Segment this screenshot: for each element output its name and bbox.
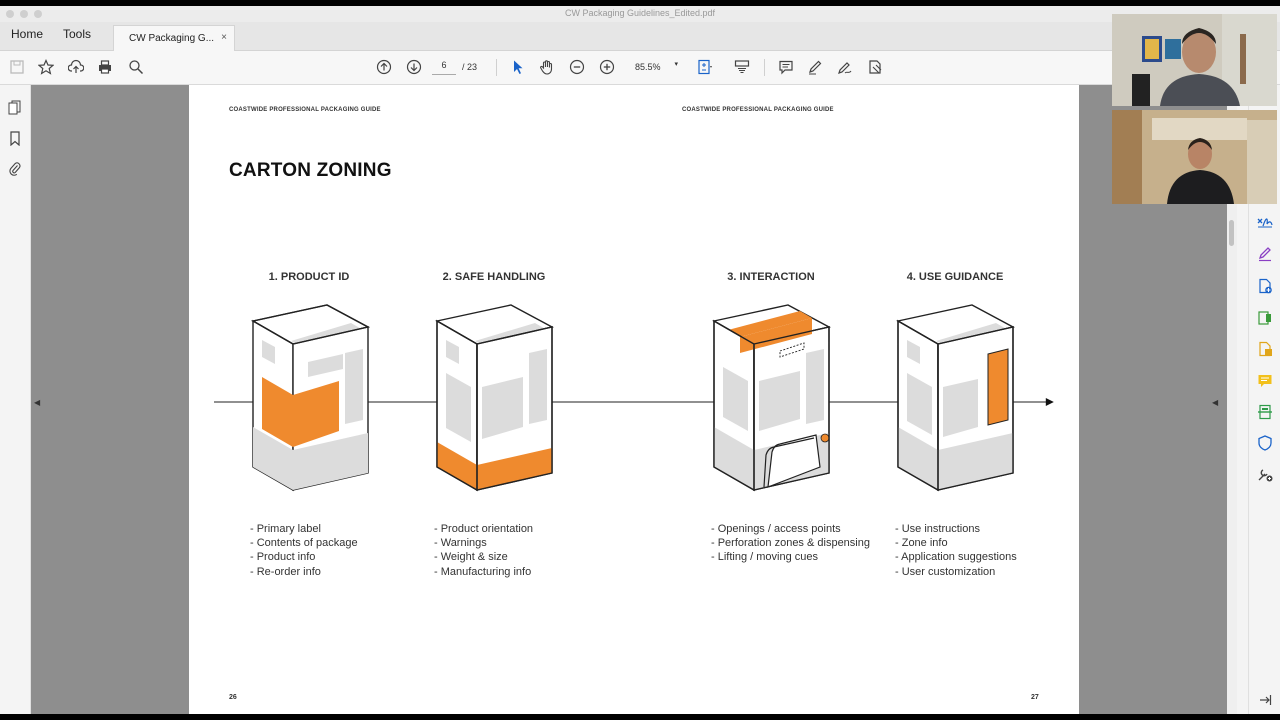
page-number-input[interactable]: 6	[432, 60, 456, 75]
page-number-left: 26	[229, 694, 237, 701]
toolbar-divider	[496, 59, 497, 76]
print-icon[interactable]	[96, 58, 114, 76]
zone-title: 4. USE GUIDANCE	[906, 271, 1004, 283]
list-item: - Product info	[250, 551, 316, 564]
scan-icon[interactable]	[1257, 404, 1273, 420]
list-item: - Product orientation	[434, 523, 534, 535]
list-item: - Lifting / moving cues	[711, 551, 818, 564]
comment-icon[interactable]	[777, 58, 795, 76]
scroll-mode-icon[interactable]	[733, 58, 751, 76]
list-item: - Primary label	[250, 523, 321, 535]
list-item: - Warnings	[434, 537, 487, 550]
video-tile-participant-2	[1112, 110, 1277, 204]
fit-page-icon[interactable]	[696, 58, 714, 76]
scrollbar-thumb[interactable]	[1229, 220, 1234, 246]
toolbar-divider	[764, 59, 765, 76]
tab-tools[interactable]: Tools	[63, 27, 91, 41]
zoom-out-icon[interactable]	[568, 58, 586, 76]
chevron-down-icon: ▾	[674, 61, 678, 68]
page-total: / 23	[462, 62, 478, 72]
collapse-right-panel-icon[interactable]: ◀	[1212, 398, 1218, 407]
sign-icon[interactable]	[836, 58, 854, 76]
acrobat-window: CW Packaging Guidelines_Edited.pdf Home …	[0, 6, 1280, 714]
list-item: - Zone info	[895, 537, 948, 550]
select-cursor-icon[interactable]	[509, 58, 527, 76]
document-view[interactable]: ◀ ◀ COASTWIDE PROFESSIONAL PACKAGING GUI…	[31, 85, 1227, 714]
carton-zoning-diagram	[214, 304, 1054, 492]
highlight-icon[interactable]	[806, 58, 824, 76]
save-icon[interactable]	[8, 58, 26, 76]
stamp-icon[interactable]	[866, 58, 884, 76]
participant-video-image	[1112, 110, 1277, 204]
participant-video-image	[1112, 14, 1277, 106]
upload-icon[interactable]	[67, 58, 85, 76]
list-item: - Use instructions	[895, 523, 980, 535]
zone-title: 2. SAFE HANDLING	[442, 271, 546, 283]
zone-title: 1. PRODUCT ID	[268, 271, 350, 283]
page-number-right: 27	[1031, 694, 1039, 701]
prev-page-icon[interactable]	[375, 58, 393, 76]
create-pdf-icon[interactable]	[1257, 278, 1273, 294]
zoom-level-value: 85.5%	[635, 62, 661, 72]
tab-home[interactable]: Home	[11, 27, 43, 41]
star-icon[interactable]	[37, 58, 55, 76]
carton-interaction	[712, 304, 831, 492]
list-item: - Manufacturing info	[434, 565, 532, 578]
hand-icon[interactable]	[538, 58, 556, 76]
search-icon[interactable]	[127, 58, 145, 76]
list-item: - User customization	[895, 565, 996, 578]
zone-list: - Use instructions - Zone info - Applica…	[895, 522, 1017, 579]
protect-icon[interactable]	[1257, 435, 1273, 451]
collapse-left-panel-icon[interactable]: ◀	[34, 398, 40, 407]
list-item: - Openings / access points	[711, 523, 841, 535]
tab-document[interactable]: CW Packaging G... ×	[113, 25, 235, 52]
more-tools-icon[interactable]	[1257, 466, 1273, 482]
left-nav-panel	[0, 85, 31, 714]
title-bar: CW Packaging Guidelines_Edited.pdf	[0, 6, 1280, 22]
zone-list: - Product orientation - Warnings - Weigh…	[434, 522, 533, 579]
fill-sign-icon[interactable]	[1257, 213, 1273, 229]
export-pdf-icon[interactable]	[1257, 310, 1273, 326]
pages-icon[interactable]	[7, 99, 23, 115]
carton-safe-handling	[435, 304, 554, 492]
list-item: - Weight & size	[434, 551, 508, 564]
carton-product-id	[251, 304, 370, 492]
organize-icon[interactable]	[1257, 341, 1273, 357]
carton-use-guidance	[896, 304, 1015, 492]
toolbar: 6 / 23 85.5% ▾	[0, 51, 1280, 85]
zone-list: - Primary label - Contents of package - …	[250, 522, 358, 579]
pdf-page-spread: COASTWIDE PROFESSIONAL PACKAGING GUIDE C…	[189, 85, 1079, 714]
list-item: - Contents of package	[250, 537, 358, 550]
bookmark-icon[interactable]	[7, 130, 23, 146]
attachment-icon[interactable]	[7, 160, 23, 176]
tab-bar: Home Tools CW Packaging G... ×	[0, 22, 1280, 52]
edit-pdf-icon[interactable]	[1257, 246, 1273, 262]
video-tile-participant-1	[1112, 14, 1277, 106]
zoom-in-icon[interactable]	[598, 58, 616, 76]
list-item: - Application suggestions	[895, 551, 1017, 564]
zoom-level-select[interactable]: 85.5% ▾	[630, 60, 682, 74]
tab-document-label: CW Packaging G...	[129, 33, 215, 44]
zone-title: 3. INTERACTION	[727, 271, 815, 283]
zone-list: - Openings / access points - Perforation…	[711, 522, 870, 565]
collapse-tools-icon[interactable]	[1257, 692, 1273, 708]
window-title: CW Packaging Guidelines_Edited.pdf	[564, 8, 716, 18]
list-item: - Perforation zones & dispensing	[711, 537, 870, 550]
next-page-icon[interactable]	[405, 58, 423, 76]
list-item: - Re-order info	[250, 565, 321, 578]
comment-panel-icon[interactable]	[1257, 373, 1273, 389]
close-tab-icon[interactable]: ×	[221, 32, 227, 43]
